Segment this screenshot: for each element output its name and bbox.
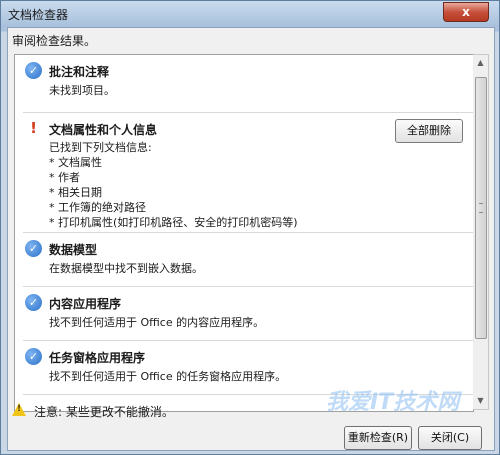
detail-line: * 作者 xyxy=(49,171,80,184)
result-item-comments: ✓ 批注和注释 未找到项目。 xyxy=(15,55,473,113)
result-desc: 已找到下列文档信息: xyxy=(49,141,152,154)
result-desc: 在数据模型中找不到嵌入数据。 xyxy=(49,262,203,275)
title-bar: 文档检查器 x xyxy=(1,1,499,27)
detail-line: * 相关日期 xyxy=(49,186,102,199)
dialog-body: 审阅检查结果。 ✓ 批注和注释 未找到项目。 ! 文档属性和个人信息 已找到下列… xyxy=(7,27,495,451)
close-button[interactable]: 关闭(C) xyxy=(418,426,482,450)
result-item-task-pane-apps: ✓ 任务窗格应用程序 找不到任何适用于 Office 的任务窗格应用程序。 xyxy=(15,341,473,395)
result-desc: 找不到任何适用于 Office 的任务窗格应用程序。 xyxy=(49,370,287,383)
result-desc: 找不到任何适用于 Office 的内容应用程序。 xyxy=(49,316,265,329)
divider xyxy=(23,394,473,395)
check-icon: ✓ xyxy=(25,294,42,311)
reinspect-button[interactable]: 重新检查(R) xyxy=(344,426,412,450)
scroll-up-icon[interactable]: ▲ xyxy=(473,55,488,71)
window-close-button[interactable]: x xyxy=(443,2,489,22)
detail-line: * 工作簿的绝对路径 xyxy=(49,201,146,214)
check-icon: ✓ xyxy=(25,62,42,79)
result-title: 任务窗格应用程序 xyxy=(49,351,146,365)
result-title: 批注和注释 xyxy=(49,65,110,79)
result-item-document-properties: ! 文档属性和个人信息 已找到下列文档信息: * 文档属性 * 作者 * 相关日… xyxy=(15,113,473,233)
result-item-content-apps: ✓ 内容应用程序 找不到任何适用于 Office 的内容应用程序。 xyxy=(15,287,473,341)
result-title: 内容应用程序 xyxy=(49,297,122,311)
warning-bar: ! 注意: 某些更改不能撤消。 xyxy=(12,401,482,421)
remove-all-button[interactable]: 全部删除 xyxy=(395,119,463,143)
window-title: 文档检查器 xyxy=(8,8,69,22)
result-desc: 未找到项目。 xyxy=(49,84,115,97)
results-heading: 审阅检查结果。 xyxy=(12,34,97,48)
warning-text: 注意: 某些更改不能撤消。 xyxy=(34,405,174,419)
scrollbar-thumb[interactable] xyxy=(475,77,487,339)
check-icon: ✓ xyxy=(25,348,42,365)
detail-line: * 文档属性 xyxy=(49,156,102,169)
result-item-data-model: ✓ 数据模型 在数据模型中找不到嵌入数据。 xyxy=(15,233,473,287)
check-icon: ✓ xyxy=(25,240,42,257)
exclamation-icon: ! xyxy=(30,119,37,137)
document-inspector-window: 文档检查器 x 审阅检查结果。 ✓ 批注和注释 未找到项目。 ! 文档属性和个人… xyxy=(0,0,500,455)
result-title: 数据模型 xyxy=(49,243,98,257)
results-scrollbar[interactable]: ▲ ▼ xyxy=(473,54,489,410)
detail-line: * 打印机属性(如打印机路径、安全的打印机密码等) xyxy=(49,216,298,229)
result-details: 已找到下列文档信息: * 文档属性 * 作者 * 相关日期 * 工作簿的绝对路径… xyxy=(49,140,298,230)
results-list: ✓ 批注和注释 未找到项目。 ! 文档属性和个人信息 已找到下列文档信息: * … xyxy=(14,54,474,412)
result-title: 文档属性和个人信息 xyxy=(49,123,158,137)
